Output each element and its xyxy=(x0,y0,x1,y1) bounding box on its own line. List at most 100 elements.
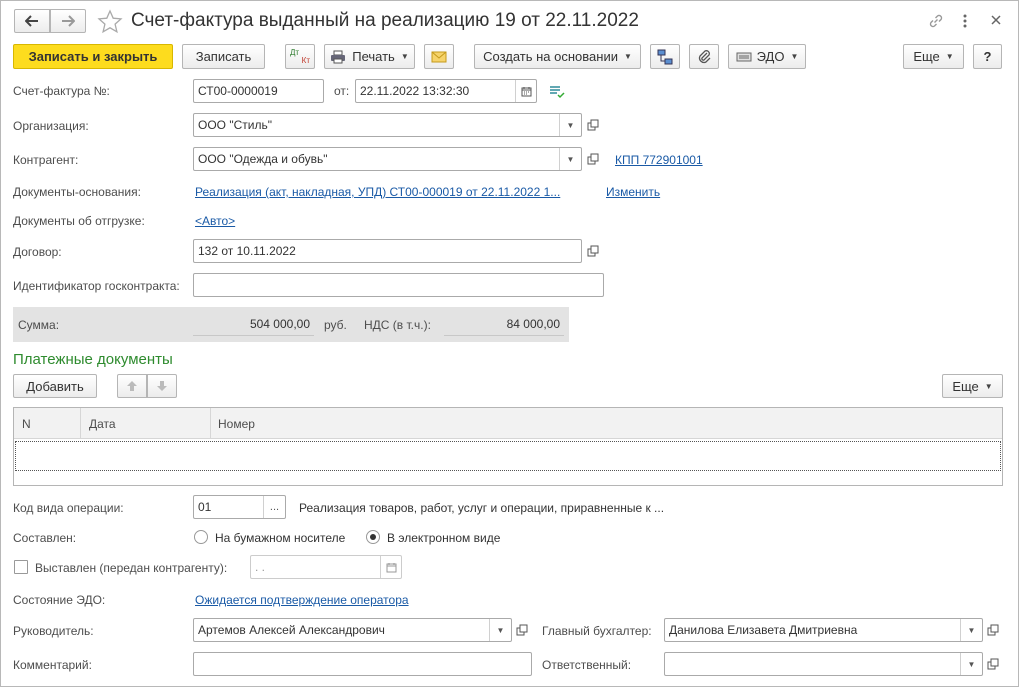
chevron-down-icon[interactable]: ▼ xyxy=(960,619,982,641)
edo-status-icon xyxy=(549,85,565,99)
issued-date-field[interactable]: . . xyxy=(250,555,402,579)
contractor-field[interactable]: ООО "Одежда и обувь" ▼ xyxy=(193,147,582,171)
radio-paper-label[interactable]: На бумажном носителе xyxy=(215,531,345,545)
sum-value: 504 000,00 xyxy=(193,312,314,336)
edo-state-label: Состояние ЭДО: xyxy=(13,593,106,607)
help-button[interactable]: ? xyxy=(973,44,1002,69)
add-payment-button[interactable]: Добавить xyxy=(13,374,97,398)
chevron-down-icon: ▼ xyxy=(400,52,409,61)
create-based-on-button[interactable]: Создать на основании ▼ xyxy=(474,44,641,69)
close-icon[interactable] xyxy=(989,13,1003,27)
structure-button[interactable] xyxy=(650,44,680,69)
back-button[interactable] xyxy=(14,9,50,33)
contractor-label: Контрагент: xyxy=(13,153,79,167)
date-field[interactable]: 22.11.2022 13:32:30 xyxy=(355,79,537,103)
link-icon[interactable] xyxy=(927,12,945,30)
chevron-down-icon[interactable]: ▼ xyxy=(559,148,581,170)
calendar-icon[interactable] xyxy=(515,80,536,102)
shipment-documents-link[interactable]: <Авто> xyxy=(195,214,235,228)
open-contract-icon[interactable] xyxy=(583,241,603,261)
more-button[interactable]: Еще ▼ xyxy=(903,44,964,69)
comment-field[interactable] xyxy=(193,652,532,676)
envelope-icon xyxy=(431,51,447,62)
open-contractor-icon[interactable] xyxy=(583,149,603,169)
invoice-number-label: Счет-фактура №: xyxy=(13,84,110,98)
calendar-icon[interactable] xyxy=(380,556,401,578)
chevron-down-icon: ▼ xyxy=(984,381,993,391)
column-header-n[interactable]: N xyxy=(22,417,31,431)
page-title: Счет-фактура выданный на реализацию 19 о… xyxy=(131,10,639,31)
chevron-down-icon: ▼ xyxy=(623,52,632,61)
chief-accountant-field[interactable]: Данилова Елизавета Дмитриевна ▼ xyxy=(664,618,983,642)
select-operation-code-button[interactable]: ... xyxy=(263,496,285,518)
forward-button[interactable] xyxy=(50,9,86,33)
chevron-down-icon: ▼ xyxy=(790,52,799,61)
arrow-right-icon xyxy=(62,15,75,27)
gov-contract-id-field[interactable] xyxy=(193,273,604,297)
save-and-close-button[interactable]: Записать и закрыть xyxy=(13,44,173,69)
organization-label: Организация: xyxy=(13,119,89,133)
responsible-label: Ответственный: xyxy=(542,658,632,672)
column-header-number[interactable]: Номер xyxy=(218,417,255,431)
chevron-down-icon[interactable]: ▼ xyxy=(489,619,511,641)
operation-code-field[interactable]: 01 ... xyxy=(193,495,286,519)
move-down-button[interactable] xyxy=(147,374,177,398)
organization-field[interactable]: ООО "Стиль" ▼ xyxy=(193,113,582,137)
dt-kt-button[interactable]: Дт Кт xyxy=(285,44,315,69)
radio-electronic[interactable] xyxy=(366,530,380,544)
radio-paper[interactable] xyxy=(194,530,208,544)
open-organization-icon[interactable] xyxy=(583,115,603,135)
responsible-field[interactable]: ▼ xyxy=(664,652,983,676)
edo-button[interactable]: ЭДО ▼ xyxy=(728,44,806,69)
base-documents-link[interactable]: Реализация (акт, накладная, УПД) СТ00-00… xyxy=(195,185,560,199)
shipment-documents-label: Документы об отгрузке: xyxy=(13,214,145,228)
table-header: N Дата Номер xyxy=(14,408,1002,439)
printer-icon xyxy=(331,50,346,63)
chevron-down-icon: ▼ xyxy=(945,52,954,61)
arrow-left-icon xyxy=(25,15,38,27)
move-up-button[interactable] xyxy=(117,374,147,398)
open-chief-accountant-icon[interactable] xyxy=(983,620,1003,640)
open-head-icon[interactable] xyxy=(512,620,532,640)
arrow-up-icon xyxy=(127,381,137,391)
edo-state-link[interactable]: Ожидается подтверждение оператора xyxy=(195,593,409,607)
composed-label: Составлен: xyxy=(13,531,77,545)
chevron-down-icon[interactable]: ▼ xyxy=(960,653,982,675)
head-field[interactable]: Артемов Алексей Александрович ▼ xyxy=(193,618,512,642)
operation-code-label: Код вида операции: xyxy=(13,501,124,515)
hierarchy-icon xyxy=(657,49,673,64)
column-divider xyxy=(80,408,81,439)
column-header-date[interactable]: Дата xyxy=(89,417,116,431)
more-vertical-icon[interactable] xyxy=(959,12,971,30)
payments-section-title: Платежные документы xyxy=(13,351,173,368)
kpp-link[interactable]: КПП 772901001 xyxy=(615,153,703,167)
radio-selected-dot xyxy=(370,534,376,540)
attachments-button[interactable] xyxy=(689,44,719,69)
contract-label: Договор: xyxy=(13,245,62,259)
base-documents-label: Документы-основания: xyxy=(13,185,141,199)
document-window: Счет-фактура выданный на реализацию 19 о… xyxy=(0,0,1019,687)
issued-label[interactable]: Выставлен (передан контрагенту): xyxy=(35,561,227,575)
payments-more-button[interactable]: Еще ▼ xyxy=(942,374,1003,398)
dt-kt-icon: Дт Кт xyxy=(290,47,310,65)
issued-checkbox[interactable] xyxy=(14,560,28,574)
chief-accountant-label: Главный бухгалтер: xyxy=(542,624,652,638)
table-empty-row[interactable] xyxy=(15,441,1001,471)
open-responsible-icon[interactable] xyxy=(983,654,1003,674)
head-label: Руководитель: xyxy=(13,624,94,638)
change-base-documents-link[interactable]: Изменить xyxy=(606,185,660,199)
edo-icon xyxy=(736,52,752,61)
favorite-star-icon[interactable] xyxy=(97,9,123,35)
save-button[interactable]: Записать xyxy=(182,44,265,69)
contract-field[interactable]: 132 от 10.11.2022 xyxy=(193,239,582,263)
payments-table[interactable]: N Дата Номер xyxy=(13,407,1003,486)
operation-code-description: Реализация товаров, работ, услуг и опера… xyxy=(299,501,665,515)
radio-electronic-label[interactable]: В электронном виде xyxy=(387,531,500,545)
invoice-number-field[interactable]: СТ00-0000019 xyxy=(193,79,324,103)
arrow-down-icon xyxy=(157,381,167,391)
column-divider xyxy=(210,408,211,439)
email-button[interactable] xyxy=(424,44,454,69)
print-button[interactable]: Печать ▼ xyxy=(324,44,415,69)
vat-value: 84 000,00 xyxy=(444,312,564,336)
chevron-down-icon[interactable]: ▼ xyxy=(559,114,581,136)
